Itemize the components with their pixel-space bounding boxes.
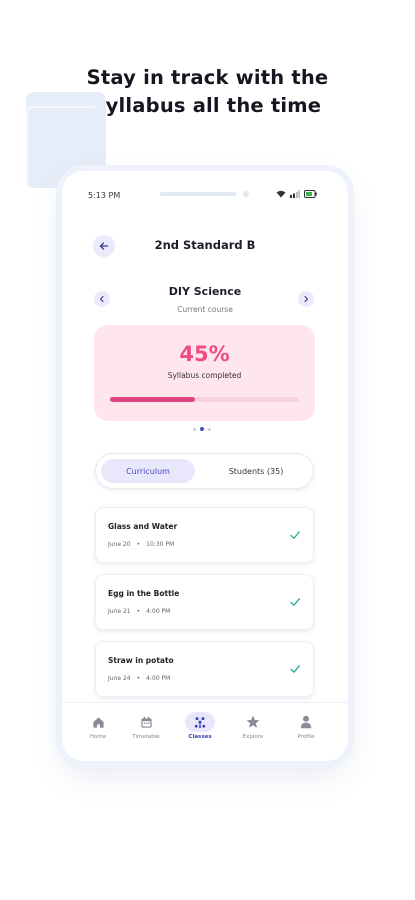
chevron-right-icon xyxy=(304,295,309,303)
star-icon xyxy=(246,715,260,728)
status-bar: 5:13 PM xyxy=(62,171,348,211)
wifi-icon xyxy=(276,190,286,198)
lesson-date: June 21 xyxy=(108,608,131,615)
list-item[interactable]: Straw in potato June 24 • 4:00 PM xyxy=(95,641,314,697)
phone-speaker xyxy=(160,192,236,196)
status-icons xyxy=(276,190,317,198)
progress-percent: 45% xyxy=(179,342,230,366)
nav-item-explore[interactable]: Explore xyxy=(228,710,278,740)
signal-icon xyxy=(290,190,300,198)
headline-line-1: Stay in track with the xyxy=(86,66,329,89)
progress-bar-fill xyxy=(110,397,196,402)
lesson-time: 4:00 PM xyxy=(146,608,171,615)
phone-frame: 5:13 PM 2nd Standard B DIY Science Curre… xyxy=(62,171,348,761)
lesson-schedule: June 21 • 4:00 PM xyxy=(108,608,170,615)
lesson-date: June 24 xyxy=(108,675,131,682)
page-header: 2nd Standard B xyxy=(62,235,348,261)
profile-icon xyxy=(300,715,312,729)
check-icon xyxy=(290,665,300,673)
tab-switcher: Curriculum Students (35) xyxy=(95,453,314,489)
next-course-button[interactable] xyxy=(298,291,314,307)
check-icon xyxy=(290,531,300,539)
check-icon xyxy=(290,598,300,606)
active-nav-pill xyxy=(185,712,215,732)
nav-item-classes[interactable]: Classes xyxy=(175,710,225,740)
carousel-dot[interactable] xyxy=(208,427,211,431)
lesson-time: 10:30 PM xyxy=(146,541,175,548)
tab-students[interactable]: Students (35) xyxy=(206,459,306,483)
nav-item-profile[interactable]: Profile xyxy=(281,710,331,740)
separator-dot: • xyxy=(136,541,141,548)
lesson-date: June 20 xyxy=(108,541,131,548)
lesson-title: Egg in the Bottle xyxy=(108,589,180,598)
status-time: 5:13 PM xyxy=(88,191,121,200)
course-switcher: DIY Science Current course xyxy=(62,283,348,319)
nav-label: Timetable xyxy=(132,734,160,740)
carousel-dots xyxy=(193,427,211,431)
carousel-dot[interactable] xyxy=(193,427,196,431)
calendar-icon xyxy=(140,716,152,728)
nav-item-home[interactable]: Home xyxy=(73,710,123,740)
lesson-title: Glass and Water xyxy=(108,522,178,531)
nav-item-timetable[interactable]: Timetable xyxy=(121,710,171,740)
list-item[interactable]: Egg in the Bottle June 21 • 4:00 PM xyxy=(95,574,314,630)
phone-camera xyxy=(243,191,249,197)
battery-icon xyxy=(304,190,317,198)
home-icon xyxy=(92,716,104,728)
nav-label: Explore xyxy=(242,734,264,740)
classes-icon xyxy=(194,716,206,728)
nav-label: Home xyxy=(89,734,107,740)
lesson-schedule: June 20 • 10:30 PM xyxy=(108,541,174,548)
list-item[interactable]: Glass and Water June 20 • 10:30 PM xyxy=(95,507,314,563)
separator-dot: • xyxy=(136,608,141,615)
progress-label: Syllabus completed xyxy=(167,371,242,380)
bottom-navigation: Home Timetable Classes Explore Profile xyxy=(62,702,348,761)
lesson-title: Straw in potato xyxy=(108,656,174,665)
carousel-dot[interactable] xyxy=(200,427,204,431)
page-title: 2nd Standard B xyxy=(154,238,256,252)
nav-label: Classes xyxy=(188,734,212,740)
lesson-time: 4:00 PM xyxy=(146,675,171,682)
separator-dot: • xyxy=(136,675,141,682)
lesson-schedule: June 24 • 4:00 PM xyxy=(108,675,170,682)
nav-label: Profile xyxy=(297,734,315,740)
tab-curriculum[interactable]: Curriculum xyxy=(101,459,195,483)
progress-bar-track xyxy=(110,397,299,402)
syllabus-progress-card: 45% Syllabus completed xyxy=(94,325,315,421)
